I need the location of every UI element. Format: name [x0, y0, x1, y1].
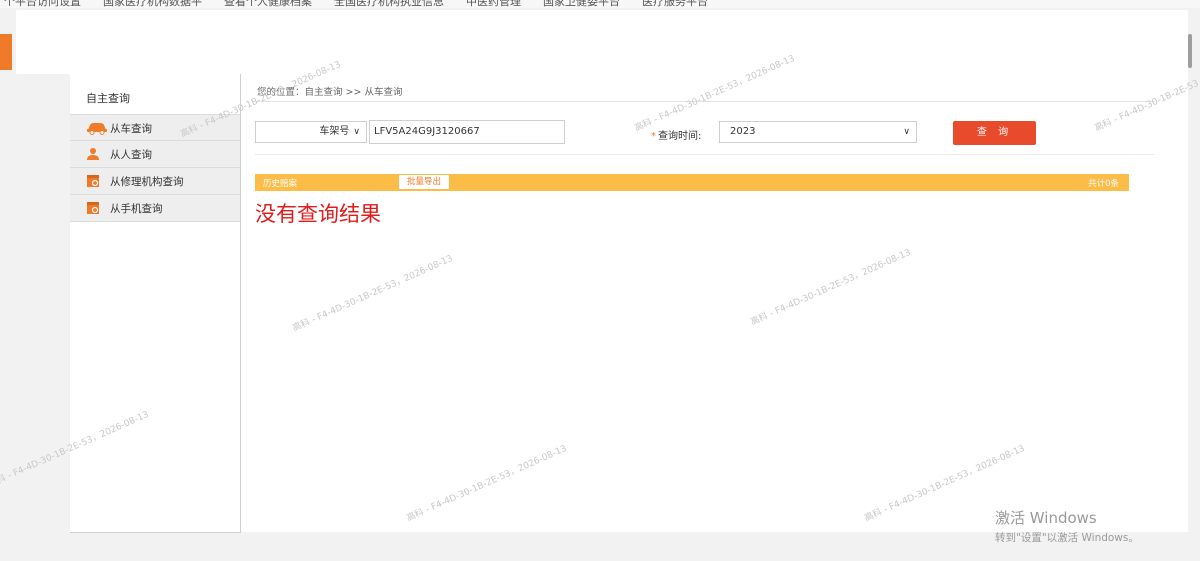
- sidebar-item-person-query[interactable]: 从人查询: [70, 140, 240, 167]
- bookmark-item[interactable]: 国家医疗机构数据平: [103, 0, 202, 8]
- sidebar-item-vehicle-query[interactable]: 从车查询: [70, 114, 240, 141]
- divider: [255, 154, 1155, 155]
- phone-icon: [86, 201, 102, 215]
- total-count: 共计0条: [1088, 179, 1119, 189]
- repair-shop-icon: [86, 174, 102, 188]
- bookmark-item[interactable]: 查看个人健康档案: [224, 0, 312, 8]
- sidebar-title: 自主查询: [86, 92, 130, 105]
- vin-input[interactable]: LFV5A24G9J3120667: [369, 120, 565, 144]
- header-scrollbar[interactable]: [1188, 34, 1192, 68]
- history-claims-bar: 历史赔案 批量导出 共计0条: [255, 174, 1129, 191]
- bookmark-item[interactable]: 全国医疗机构执业信息: [334, 0, 444, 8]
- divider: [255, 101, 1155, 102]
- sidebar-item-label: 从车查询: [110, 122, 152, 135]
- sidebar-item-label: 从修理机构查询: [110, 175, 184, 188]
- bookmark-item[interactable]: 国家卫健委平台: [543, 0, 620, 8]
- header-accent-tab: [0, 34, 12, 70]
- no-result-message: 没有查询结果: [255, 202, 381, 226]
- sidebar: 自主查询 从车查询 从人查询 从修理机构查询 从手机查询: [70, 74, 241, 533]
- chevron-down-icon: ∨: [903, 127, 910, 137]
- bookmark-item[interactable]: 医疗服务平台: [642, 0, 708, 8]
- sidebar-item-label: 从人查询: [110, 148, 152, 161]
- query-time-text: 查询时间:: [658, 131, 702, 142]
- bookmarks-bar: 个平台访问设置 国家医疗机构数据平 查看个人健康档案 全国医疗机构执业信息 中医药管理 国…: [0, 0, 1200, 8]
- bookmark-item[interactable]: 个平台访问设置: [4, 0, 81, 8]
- sidebar-item-label: 从手机查询: [110, 202, 163, 215]
- batch-export-button[interactable]: 批量导出: [399, 175, 449, 189]
- year-select[interactable]: 2023 ∨: [719, 121, 917, 143]
- required-mark: *: [651, 131, 656, 142]
- bookmarks-row: 个平台访问设置 国家医疗机构数据平 查看个人健康档案 全国医疗机构执业信息 中医药管理 国…: [4, 0, 730, 8]
- sidebar-item-repair-shop-query[interactable]: 从修理机构查询: [70, 167, 240, 194]
- history-claims-label: 历史赔案: [263, 179, 298, 189]
- page-header: [16, 10, 1188, 74]
- car-icon: [86, 121, 107, 135]
- breadcrumb: 您的位置：自主查询 >> 从车查询: [257, 87, 403, 98]
- bookmark-item[interactable]: 中医药管理: [466, 0, 521, 8]
- activation-subtitle: 转到"设置"以激活 Windows。: [995, 532, 1139, 544]
- main-content: 您的位置：自主查询 >> 从车查询 车架号 ∨ LFV5A24G9J3120667…: [241, 74, 1188, 532]
- search-field-select-value: 车架号: [319, 126, 350, 137]
- query-time-label: * 查询时间:: [651, 127, 701, 142]
- query-button[interactable]: 查 询: [953, 121, 1036, 145]
- windows-activation-notice: 激活 Windows 转到"设置"以激活 Windows。: [995, 507, 1139, 545]
- year-select-value: 2023: [730, 126, 756, 137]
- activation-title: 激活 Windows: [995, 509, 1097, 527]
- search-field-select[interactable]: 车架号 ∨: [255, 121, 367, 143]
- person-icon: [86, 147, 102, 161]
- sidebar-item-phone-query[interactable]: 从手机查询: [70, 194, 240, 222]
- chevron-down-icon: ∨: [353, 127, 360, 137]
